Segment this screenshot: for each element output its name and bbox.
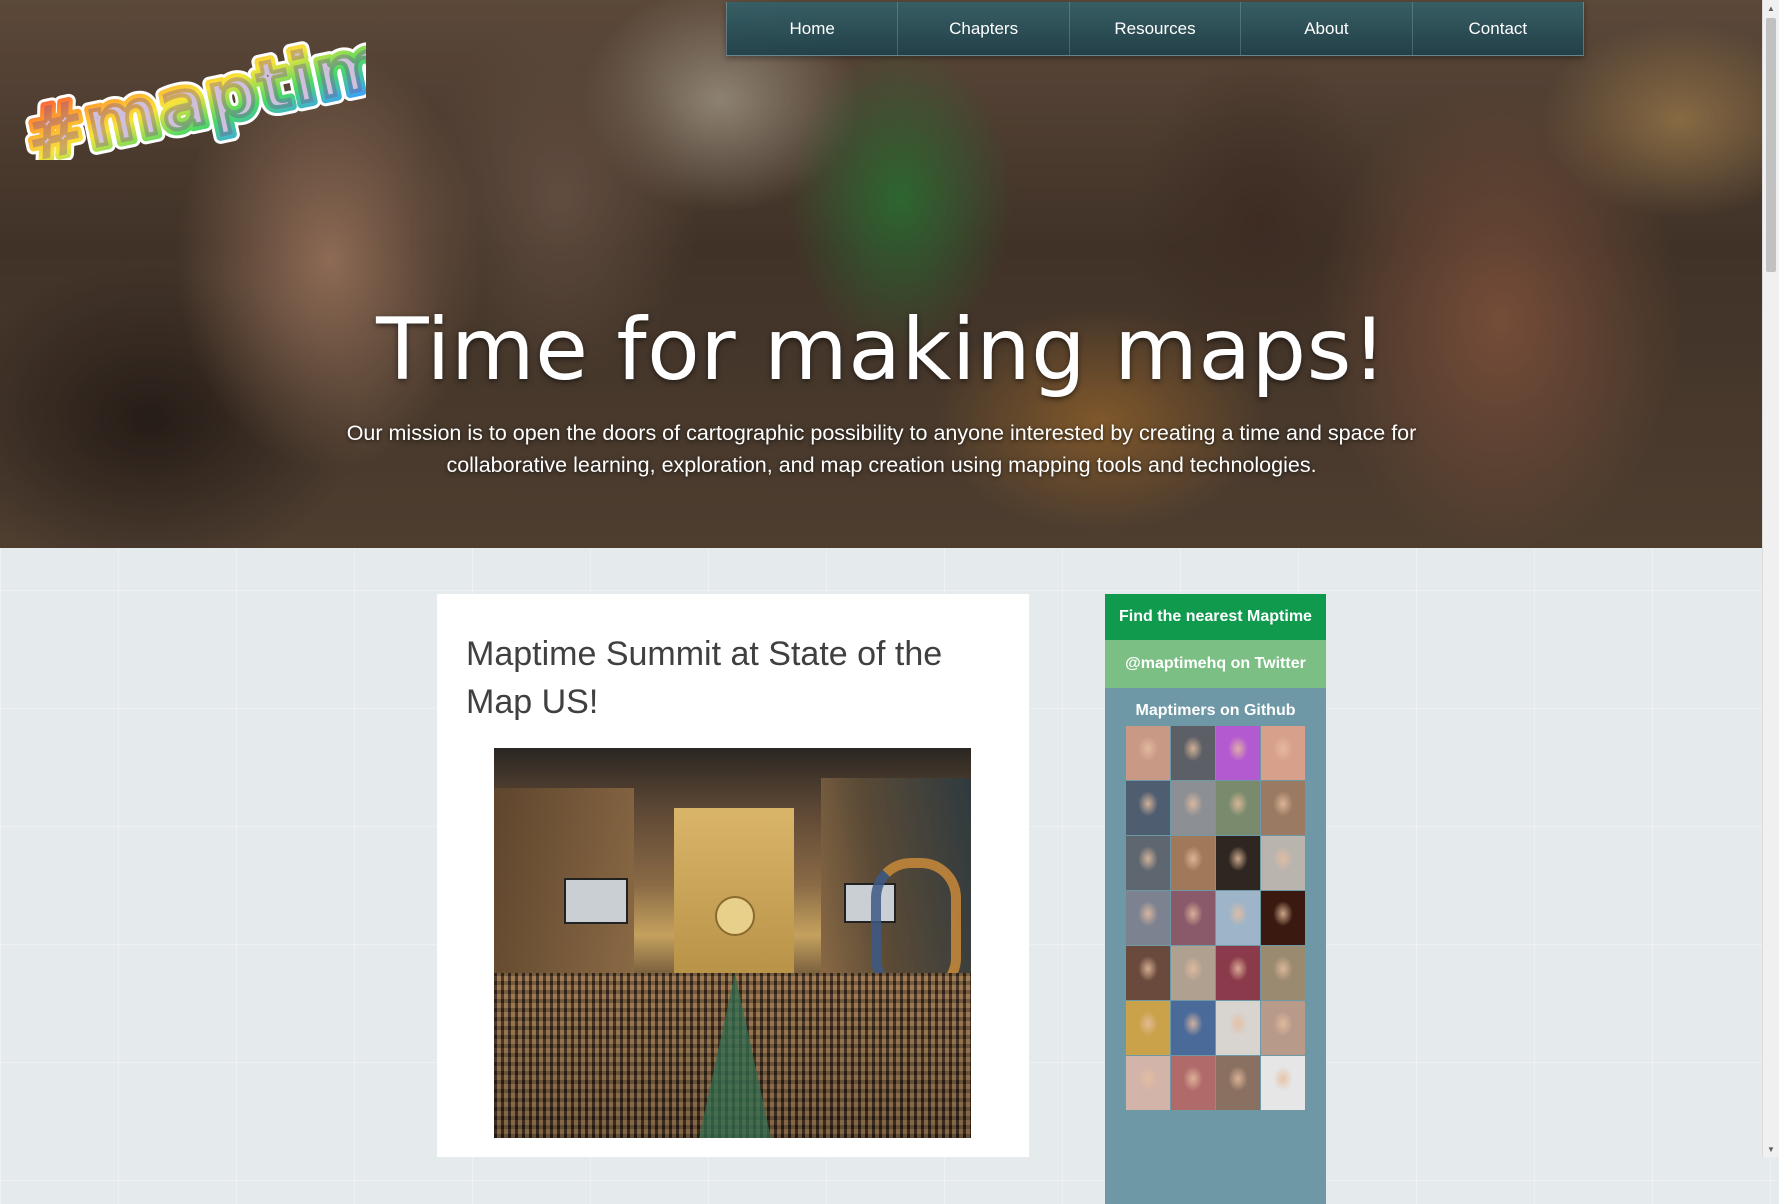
github-avatar[interactable] [1171, 781, 1215, 835]
github-avatar[interactable] [1261, 1001, 1305, 1055]
scroll-up-arrow-icon[interactable]: ▲ [1763, 0, 1779, 16]
github-avatar-grid [1126, 726, 1306, 1111]
article-title[interactable]: Maptime Summit at State of the Map US! [466, 630, 1006, 726]
github-avatar[interactable] [1261, 946, 1305, 1000]
github-avatar[interactable] [1261, 726, 1305, 780]
github-avatar[interactable] [1171, 1001, 1215, 1055]
hero-title: Time for making maps! [376, 300, 1387, 400]
scroll-down-arrow-icon[interactable]: ▼ [1763, 1141, 1779, 1157]
github-avatar[interactable] [1216, 781, 1260, 835]
photo-aisle [699, 973, 771, 1138]
github-avatar[interactable] [1126, 891, 1170, 945]
github-avatar[interactable] [1216, 891, 1260, 945]
find-nearest-maptime-button[interactable]: Find the nearest Maptime [1105, 594, 1326, 640]
github-avatar[interactable] [1216, 726, 1260, 780]
hero-mission-text: Our mission is to open the doors of cart… [346, 421, 1417, 477]
page-scrollbar[interactable]: ▲ ▼ [1762, 0, 1779, 1157]
maptime-logo[interactable]: #maptime! #maptime! #maptime! [6, 20, 366, 160]
sidebar: Find the nearest Maptime @maptimehq on T… [1105, 594, 1326, 1204]
github-avatar[interactable] [1126, 781, 1170, 835]
github-avatar[interactable] [1126, 1001, 1170, 1055]
photo-emblem [715, 896, 755, 936]
twitter-link-button[interactable]: @maptimehq on Twitter [1105, 640, 1326, 688]
github-avatar[interactable] [1261, 891, 1305, 945]
hero-banner: #maptime! #maptime! #maptime! Home Chapt… [0, 0, 1763, 548]
nav-chapters[interactable]: Chapters [898, 2, 1070, 55]
github-avatar[interactable] [1216, 946, 1260, 1000]
github-avatar[interactable] [1171, 836, 1215, 890]
github-avatar[interactable] [1171, 946, 1215, 1000]
github-avatar[interactable] [1171, 726, 1215, 780]
nav-resources[interactable]: Resources [1070, 2, 1242, 55]
github-avatar[interactable] [1261, 781, 1305, 835]
scroll-thumb[interactable] [1766, 18, 1776, 272]
github-avatar[interactable] [1261, 1056, 1305, 1110]
article-card: Maptime Summit at State of the Map US! [437, 594, 1029, 1157]
github-avatar[interactable] [1171, 1056, 1215, 1110]
logo-text-fill: #maptime! [18, 20, 366, 160]
github-avatar[interactable] [1216, 1001, 1260, 1055]
article-photo [494, 748, 971, 1138]
nav-contact[interactable]: Contact [1413, 2, 1583, 55]
github-avatar[interactable] [1126, 946, 1170, 1000]
github-avatar[interactable] [1261, 836, 1305, 890]
main-nav: Home Chapters Resources About Contact [726, 2, 1584, 56]
github-avatar[interactable] [1126, 1056, 1170, 1110]
nav-about[interactable]: About [1241, 2, 1413, 55]
github-avatar[interactable] [1126, 726, 1170, 780]
github-avatar[interactable] [1216, 836, 1260, 890]
github-avatar[interactable] [1216, 1056, 1260, 1110]
photo-screen-left [564, 878, 628, 924]
nav-home[interactable]: Home [727, 2, 899, 55]
github-panel: Maptimers on Github [1105, 688, 1326, 1204]
github-avatar[interactable] [1126, 836, 1170, 890]
github-avatar[interactable] [1171, 891, 1215, 945]
